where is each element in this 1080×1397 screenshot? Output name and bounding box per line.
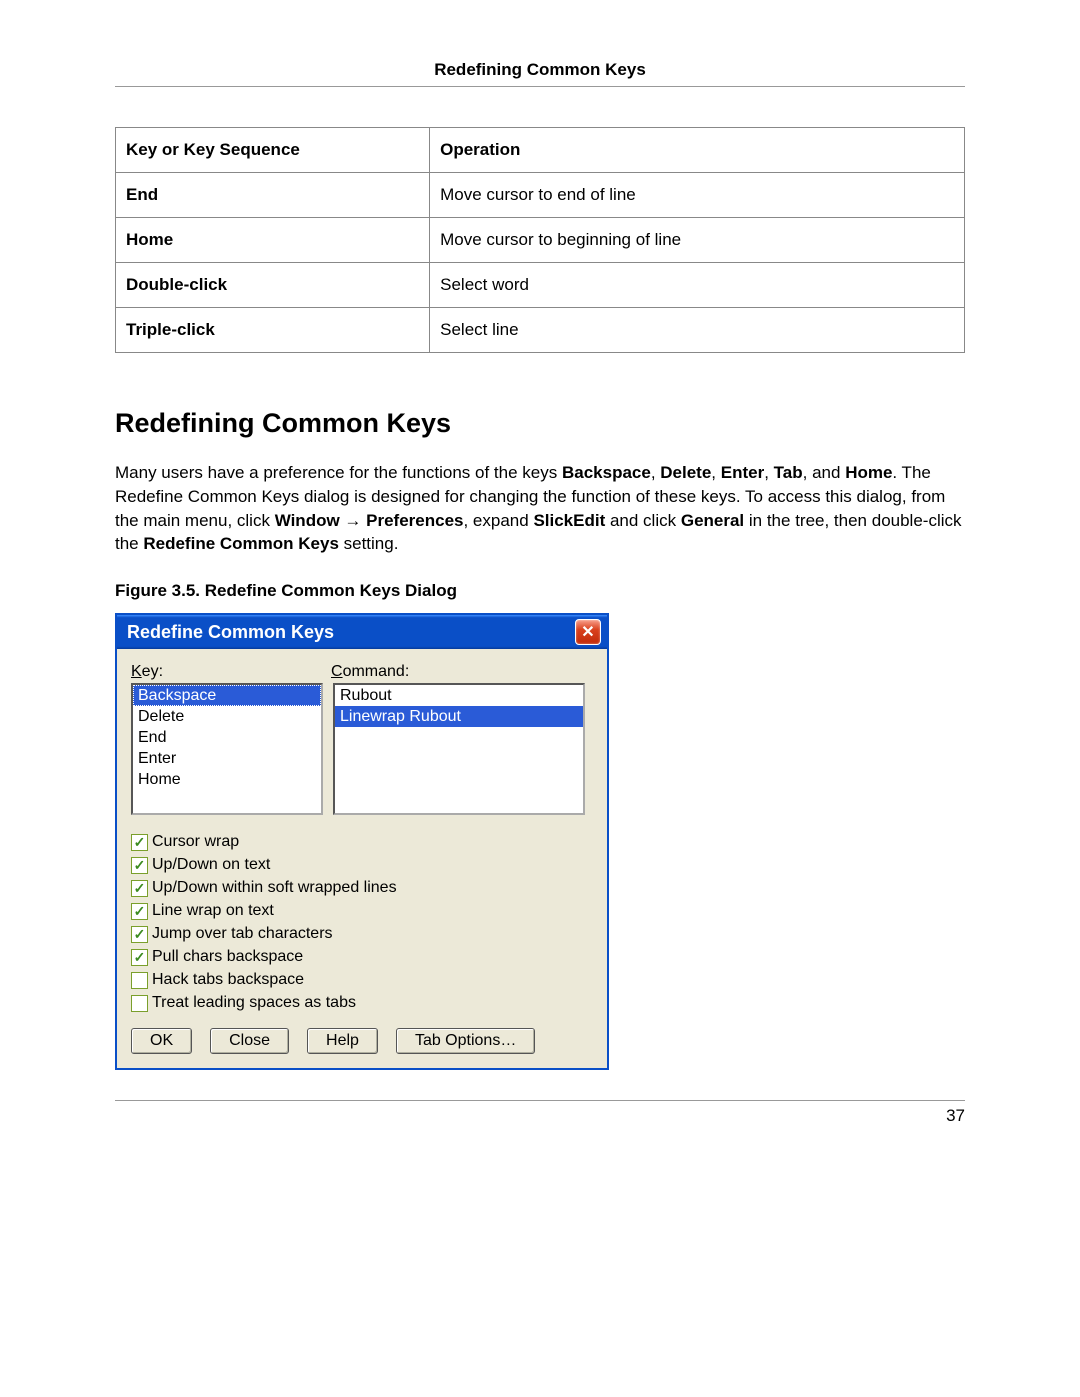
checkbox-icon[interactable] (131, 857, 148, 874)
table-row: Triple-click Select line (116, 308, 965, 353)
checkbox-updown-text[interactable]: Up/Down on text (131, 856, 593, 874)
command-listbox[interactable]: Rubout Linewrap Rubout (333, 683, 585, 815)
checkbox-leading-spaces[interactable]: Treat leading spaces as tabs (131, 994, 593, 1012)
list-item[interactable]: Backspace (133, 685, 321, 706)
figure-caption: Figure 3.5. Redefine Common Keys Dialog (115, 581, 965, 601)
checkbox-icon[interactable] (131, 880, 148, 897)
dialog-title: Redefine Common Keys (127, 622, 334, 643)
redefine-keys-dialog: Redefine Common Keys ✕ Key: Command: Bac… (115, 613, 609, 1070)
header-rule (115, 86, 965, 87)
checkbox-hack-tabs[interactable]: Hack tabs backspace (131, 971, 593, 989)
key-sequence-table: Key or Key Sequence Operation End Move c… (115, 127, 965, 353)
checkbox-pull-backspace[interactable]: Pull chars backspace (131, 948, 593, 966)
page-number: 37 (115, 1106, 965, 1126)
checkbox-updown-softwrap[interactable]: Up/Down within soft wrapped lines (131, 879, 593, 897)
th-operation: Operation (430, 128, 965, 173)
checkbox-icon[interactable] (131, 995, 148, 1012)
key-label: Key: (131, 663, 331, 681)
list-item[interactable]: End (133, 727, 321, 748)
list-item[interactable]: Delete (133, 706, 321, 727)
checkbox-jump-tabs[interactable]: Jump over tab characters (131, 925, 593, 943)
command-label: Command: (331, 663, 409, 681)
checkbox-linewrap-text[interactable]: Line wrap on text (131, 902, 593, 920)
body-paragraph: Many users have a preference for the fun… (115, 461, 965, 556)
checkbox-cursor-wrap[interactable]: Cursor wrap (131, 833, 593, 851)
close-button[interactable]: Close (210, 1028, 289, 1054)
th-key: Key or Key Sequence (116, 128, 430, 173)
help-button[interactable]: Help (307, 1028, 378, 1054)
checkbox-icon[interactable] (131, 972, 148, 989)
dialog-titlebar[interactable]: Redefine Common Keys ✕ (117, 615, 607, 649)
checkbox-icon[interactable] (131, 903, 148, 920)
list-item[interactable]: Rubout (335, 685, 583, 706)
table-row: Home Move cursor to beginning of line (116, 218, 965, 263)
section-heading: Redefining Common Keys (115, 408, 965, 439)
page-header: Redefining Common Keys (115, 60, 965, 80)
list-item[interactable]: Home (133, 769, 321, 790)
checkbox-icon[interactable] (131, 834, 148, 851)
ok-button[interactable]: OK (131, 1028, 192, 1054)
tab-options-button[interactable]: Tab Options… (396, 1028, 535, 1054)
list-item[interactable]: Linewrap Rubout (335, 706, 583, 727)
key-listbox[interactable]: Backspace Delete End Enter Home (131, 683, 323, 815)
checkbox-icon[interactable] (131, 949, 148, 966)
table-row: End Move cursor to end of line (116, 173, 965, 218)
table-row: Double-click Select word (116, 263, 965, 308)
list-item[interactable]: Enter (133, 748, 321, 769)
footer-rule (115, 1100, 965, 1101)
checkbox-icon[interactable] (131, 926, 148, 943)
close-icon[interactable]: ✕ (575, 619, 601, 645)
